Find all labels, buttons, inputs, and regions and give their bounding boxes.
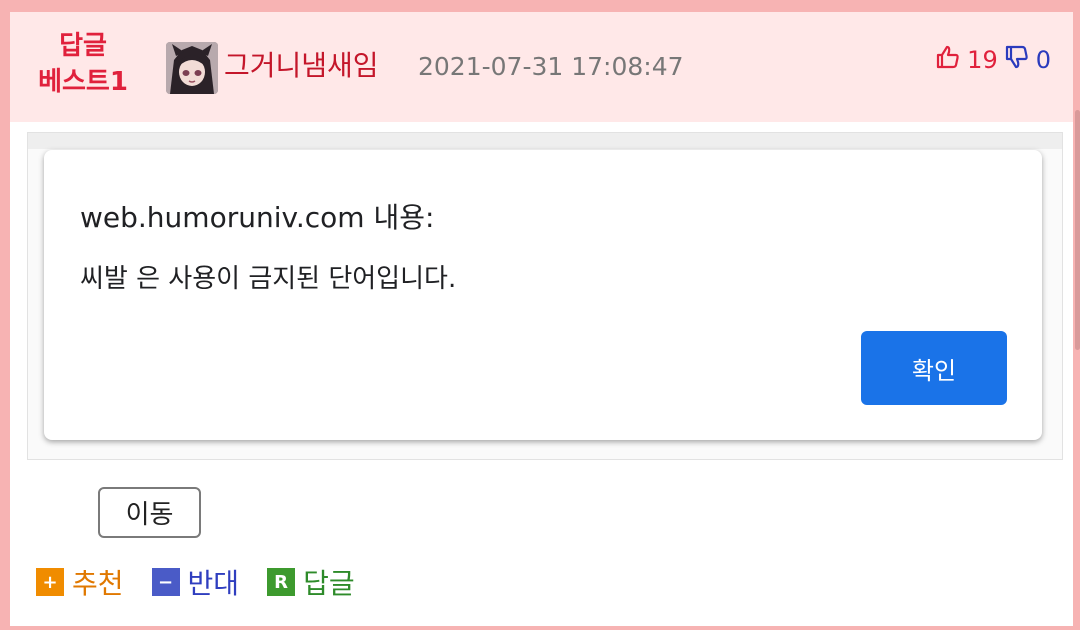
alert-dialog: web.humoruniv.com 내용: 씨발 은 사용이 금지된 단어입니다…: [44, 150, 1042, 440]
vote-counts: 19 0: [935, 44, 1051, 76]
best-reply-badge: 답글 베스트1: [28, 28, 138, 100]
recommend-label[interactable]: 추천: [72, 562, 124, 602]
comment-header: 답글 베스트1 그거니냄새임 2021-07-31 17:08:47 19 0: [10, 12, 1073, 122]
thumbs-down-icon[interactable]: [1004, 44, 1030, 76]
down-count: 0: [1035, 46, 1051, 74]
best-label-line2: 베스트1: [38, 67, 128, 97]
dialog-origin: web.humoruniv.com 내용:: [80, 201, 435, 234]
up-count: 19: [967, 46, 998, 74]
oppose-action[interactable]: − 반대: [151, 562, 240, 602]
dialog-message: 씨발 은 사용이 금지된 단어입니다.: [80, 264, 457, 294]
thumbs-up-icon[interactable]: [935, 44, 961, 76]
avatar-image-icon: [166, 42, 218, 94]
reply-label[interactable]: 답글: [303, 562, 355, 602]
recommend-action[interactable]: + 추천: [36, 562, 124, 602]
oppose-label[interactable]: 반대: [188, 562, 240, 602]
plus-icon: +: [36, 568, 64, 596]
author-name[interactable]: 그거니냄새임: [224, 44, 379, 84]
reply-icon: R: [267, 568, 296, 596]
reply-action[interactable]: R 답글: [267, 562, 355, 602]
comment-datetime: 2021-07-31 17:08:47: [418, 52, 684, 81]
best-label-line1: 답글: [59, 31, 107, 61]
content-top-strip: [28, 133, 1062, 149]
dialog-ok-button[interactable]: 확인: [861, 331, 1007, 405]
minus-icon: −: [151, 568, 180, 596]
scrollbar-thumb[interactable]: [1075, 110, 1080, 350]
avatar[interactable]: [166, 42, 218, 94]
move-button[interactable]: 이동: [98, 487, 201, 538]
scrollbar[interactable]: [1073, 0, 1080, 630]
comment-actions: + 추천 − 반대 R 답글: [36, 562, 383, 602]
